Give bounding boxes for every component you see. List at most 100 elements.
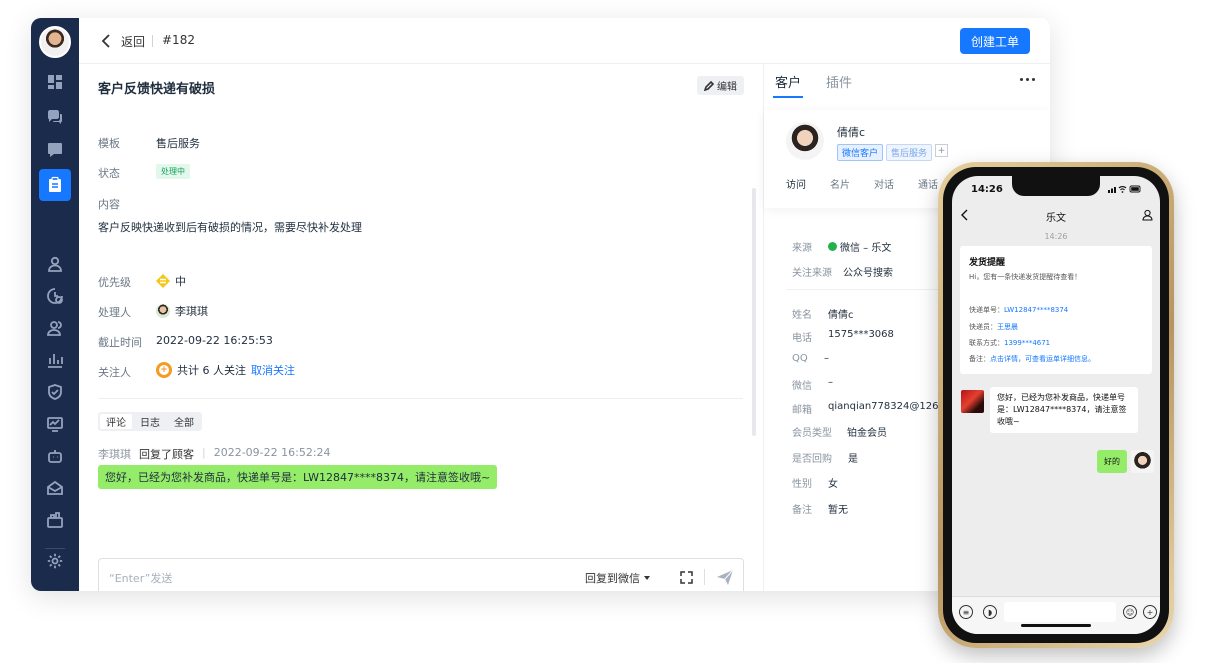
qq-value: – <box>824 353 829 364</box>
email-label: 邮箱 <box>792 405 812 416</box>
notice-tracking-row: 快递单号：LW12847****8374 <box>969 305 1068 315</box>
unfollow-link[interactable]: 取消关注 <box>251 362 295 378</box>
plus-icon[interactable]: + <box>1143 605 1157 619</box>
comment-time: 2022-09-22 16:52:24 <box>213 446 331 459</box>
contact-label: 联系方式： <box>969 339 1004 347</box>
customer-avatar <box>1131 450 1154 473</box>
home-indicator <box>1021 624 1091 627</box>
gear-icon[interactable] <box>39 545 71 577</box>
status-time: 14:26 <box>971 184 1003 195</box>
divider: | <box>202 446 206 459</box>
comment-tabs: 评论 日志 全部 <box>98 412 202 431</box>
customer-sub-tabs: 访问 名片 对话 通话 <box>786 176 938 191</box>
courier-label: 快递员： <box>969 323 997 331</box>
tab-call[interactable]: 通话 <box>918 176 938 191</box>
incoming-message: 您好，已经为您补发商品，快递单号是：LW12847****8374，请注意签收哦… <box>990 387 1138 433</box>
dashboard-icon[interactable] <box>39 66 71 98</box>
qq-label: QQ <box>792 353 808 364</box>
menu-icon[interactable]: ≡ <box>959 605 973 619</box>
comment-action: 回复了顾客 <box>139 448 194 461</box>
chat-icon[interactable] <box>39 101 71 133</box>
tab-plugins[interactable]: 插件 <box>826 72 852 91</box>
stage: 返回 #182 创建工单 客户反馈快递有破损 编辑 模板 售后服务 状态 处理中… <box>0 0 1213 663</box>
phone-label: 电话 <box>792 333 812 344</box>
gender-value: 女 <box>828 479 838 490</box>
comment-bubble: 您好，已经为您补发商品，快递单号是：LW12847****8374，请注意签收哦… <box>98 465 498 489</box>
repurchase-label: 是否回购 <box>792 454 832 465</box>
status-value[interactable]: 处理中 <box>156 164 190 179</box>
caret-down-icon <box>644 576 650 580</box>
emoji-icon[interactable]: ☺ <box>1123 605 1137 619</box>
tag-wechat-customer[interactable]: 微信客户 <box>837 144 884 161</box>
chat-input[interactable] <box>1004 602 1116 622</box>
chat-header: 乐文 <box>952 204 1160 228</box>
template-label: 模板 <box>98 137 120 150</box>
apps-icon[interactable] <box>39 504 71 536</box>
expand-icon[interactable] <box>680 571 693 584</box>
shield-icon[interactable] <box>39 376 71 408</box>
edit-button[interactable]: 编辑 <box>697 76 744 95</box>
deadline-label: 截止时间 <box>98 336 142 349</box>
handler-value[interactable]: 李琪琪 <box>156 303 208 319</box>
priority-text: 中 <box>175 275 186 288</box>
priority-value[interactable]: 中 <box>156 273 186 289</box>
repurchase-value: 是 <box>848 454 858 465</box>
tag-after-sales[interactable]: 售后服务 <box>886 144 933 161</box>
reply-input[interactable]: “Enter”发送 <box>109 570 172 586</box>
wechat-label: 微信 <box>792 381 812 392</box>
team-icon[interactable] <box>39 312 71 344</box>
phone-chat-icon[interactable] <box>39 134 71 166</box>
tab-conversation[interactable]: 对话 <box>874 176 894 191</box>
notice-title: 发货提醒 <box>969 258 1006 268</box>
scrollbar[interactable] <box>752 188 756 436</box>
monitor-icon[interactable] <box>39 408 71 440</box>
source-text: 微信 – 乐文 <box>840 243 892 254</box>
send-icon[interactable] <box>716 569 734 586</box>
tab-all[interactable]: 全部 <box>168 414 200 429</box>
top-bar: 返回 #182 创建工单 <box>79 18 1050 64</box>
deadline-value[interactable]: 2022-09-22 16:25:53 <box>156 334 273 347</box>
mail-icon[interactable] <box>39 472 71 504</box>
chat-input-bar: ≡ ◗ ☺ + <box>952 596 1160 634</box>
remark-label: 备注 <box>792 505 812 516</box>
phone-screen: 14:26 乐文 14:26 发货提醒 Hi，您有一条快递发货提醒待查看！ 快递… <box>952 176 1160 634</box>
tab-customer[interactable]: 客户 <box>775 72 801 91</box>
follow-source-label: 关注来源 <box>792 268 832 279</box>
tab-visit[interactable]: 访问 <box>786 176 806 191</box>
contact-value: 1399***4671 <box>1004 339 1051 347</box>
divider <box>152 35 153 47</box>
ticket-icon[interactable] <box>39 169 71 201</box>
notice-courier-row: 快递员：王思晨 <box>969 322 1018 332</box>
template-text: 售后服务 <box>156 137 200 150</box>
more-icon[interactable] <box>1020 78 1035 81</box>
robot-icon[interactable] <box>39 440 71 472</box>
reply-box[interactable]: “Enter”发送 回复到微信 <box>98 558 744 591</box>
history-icon[interactable] <box>39 280 71 312</box>
add-tag-button[interactable]: + <box>935 144 949 157</box>
active-tab-indicator <box>773 96 803 98</box>
template-value[interactable]: 售后服务 <box>156 135 200 151</box>
comment-meta: 李琪琪 回复了顾客 | 2022-09-22 16:52:24 <box>98 446 331 462</box>
pencil-icon <box>704 80 714 91</box>
tab-comment[interactable]: 评论 <box>100 414 132 429</box>
note-label: 备注： <box>969 355 990 363</box>
tab-log[interactable]: 日志 <box>134 414 166 429</box>
stats-icon[interactable] <box>39 344 71 376</box>
notice-subtitle: Hi，您有一条快递发货提醒待查看！ <box>969 273 1082 281</box>
voice-icon[interactable]: ◗ <box>983 605 997 619</box>
chat-title: 乐文 <box>1046 213 1066 224</box>
delivery-notice-card[interactable]: 发货提醒 Hi，您有一条快递发货提醒待查看！ 快递单号：LW12847****8… <box>960 246 1152 374</box>
chevron-left-icon[interactable] <box>99 33 113 49</box>
tracking-label: 快递单号： <box>969 306 1004 314</box>
contact-icon[interactable] <box>39 248 71 280</box>
app-window: 返回 #182 创建工单 客户反馈快递有破损 编辑 模板 售后服务 状态 处理中… <box>31 18 1050 591</box>
tab-card[interactable]: 名片 <box>830 176 850 191</box>
customer-name: 倩倩c <box>837 126 866 139</box>
back-button[interactable]: 返回 <box>121 33 145 50</box>
edit-label: 编辑 <box>717 82 737 93</box>
user-icon[interactable] <box>1142 209 1153 221</box>
phone-notch <box>1012 176 1100 196</box>
create-ticket-button[interactable]: 创建工单 <box>960 28 1030 54</box>
user-avatar[interactable] <box>39 26 71 58</box>
reply-channel-select[interactable]: 回复到微信 <box>585 570 650 586</box>
